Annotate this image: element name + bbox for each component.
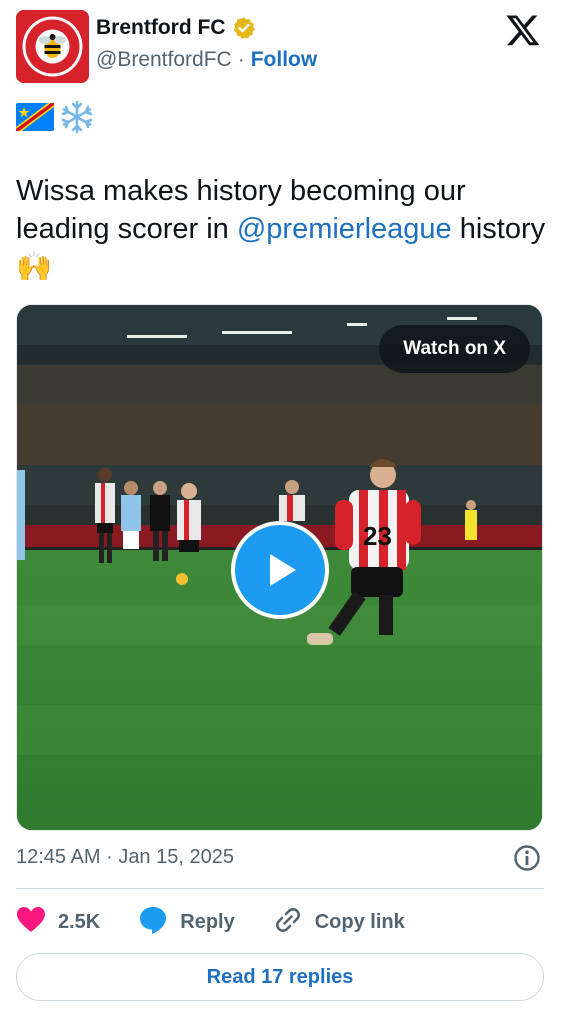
handle-separator: · [237,48,245,71]
x-logo-icon[interactable] [505,12,541,48]
copy-link-button[interactable]: Copy link [273,905,405,940]
timestamp-separator: · [106,846,113,868]
reply-label: Reply [180,910,235,933]
handle-row: @BrentfordFC · Follow [96,48,317,72]
tweet-text: Wissa makes history becoming our leading… [16,172,546,286]
timestamp[interactable]: 12:45 AM · Jan 15, 2025 [16,846,234,869]
like-button[interactable]: 2.5K [16,906,100,939]
display-name[interactable]: Brentford FC [96,16,226,40]
reply-bubble-icon [138,905,168,940]
shirt-number: 23 [363,521,392,551]
likes-count: 2.5K [58,910,101,933]
play-icon [270,554,296,586]
follow-button[interactable]: Follow [251,48,318,72]
action-bar: 2.5K Reply Copy link [16,900,443,944]
link-icon [273,905,303,940]
info-icon[interactable] [513,844,541,872]
flag-dr-congo-icon [16,103,54,136]
timestamp-time: 12:45 AM [16,846,101,868]
emoji-line [16,100,94,139]
mention-link[interactable]: @premierleague [237,213,452,245]
verified-badge-icon [232,16,256,40]
snowflake-icon [60,100,94,139]
read-replies-button[interactable]: Read 17 replies [16,953,544,1001]
divider [16,888,544,889]
play-button[interactable] [231,521,329,619]
timestamp-date: Jan 15, 2025 [118,846,234,868]
watch-on-x-button[interactable]: Watch on X [379,325,530,373]
copy-link-label: Copy link [314,910,405,933]
heart-icon [16,906,46,939]
reply-button[interactable]: Reply [138,905,235,940]
avatar[interactable] [16,10,89,83]
handle[interactable]: @BrentfordFC [96,48,232,72]
author-name-row: Brentford FC [96,16,256,40]
tweet-embed: Brentford FC @BrentfordFC · Follow Wissa… [0,0,561,1024]
video-media[interactable]: 23 Watch on X [16,304,543,831]
